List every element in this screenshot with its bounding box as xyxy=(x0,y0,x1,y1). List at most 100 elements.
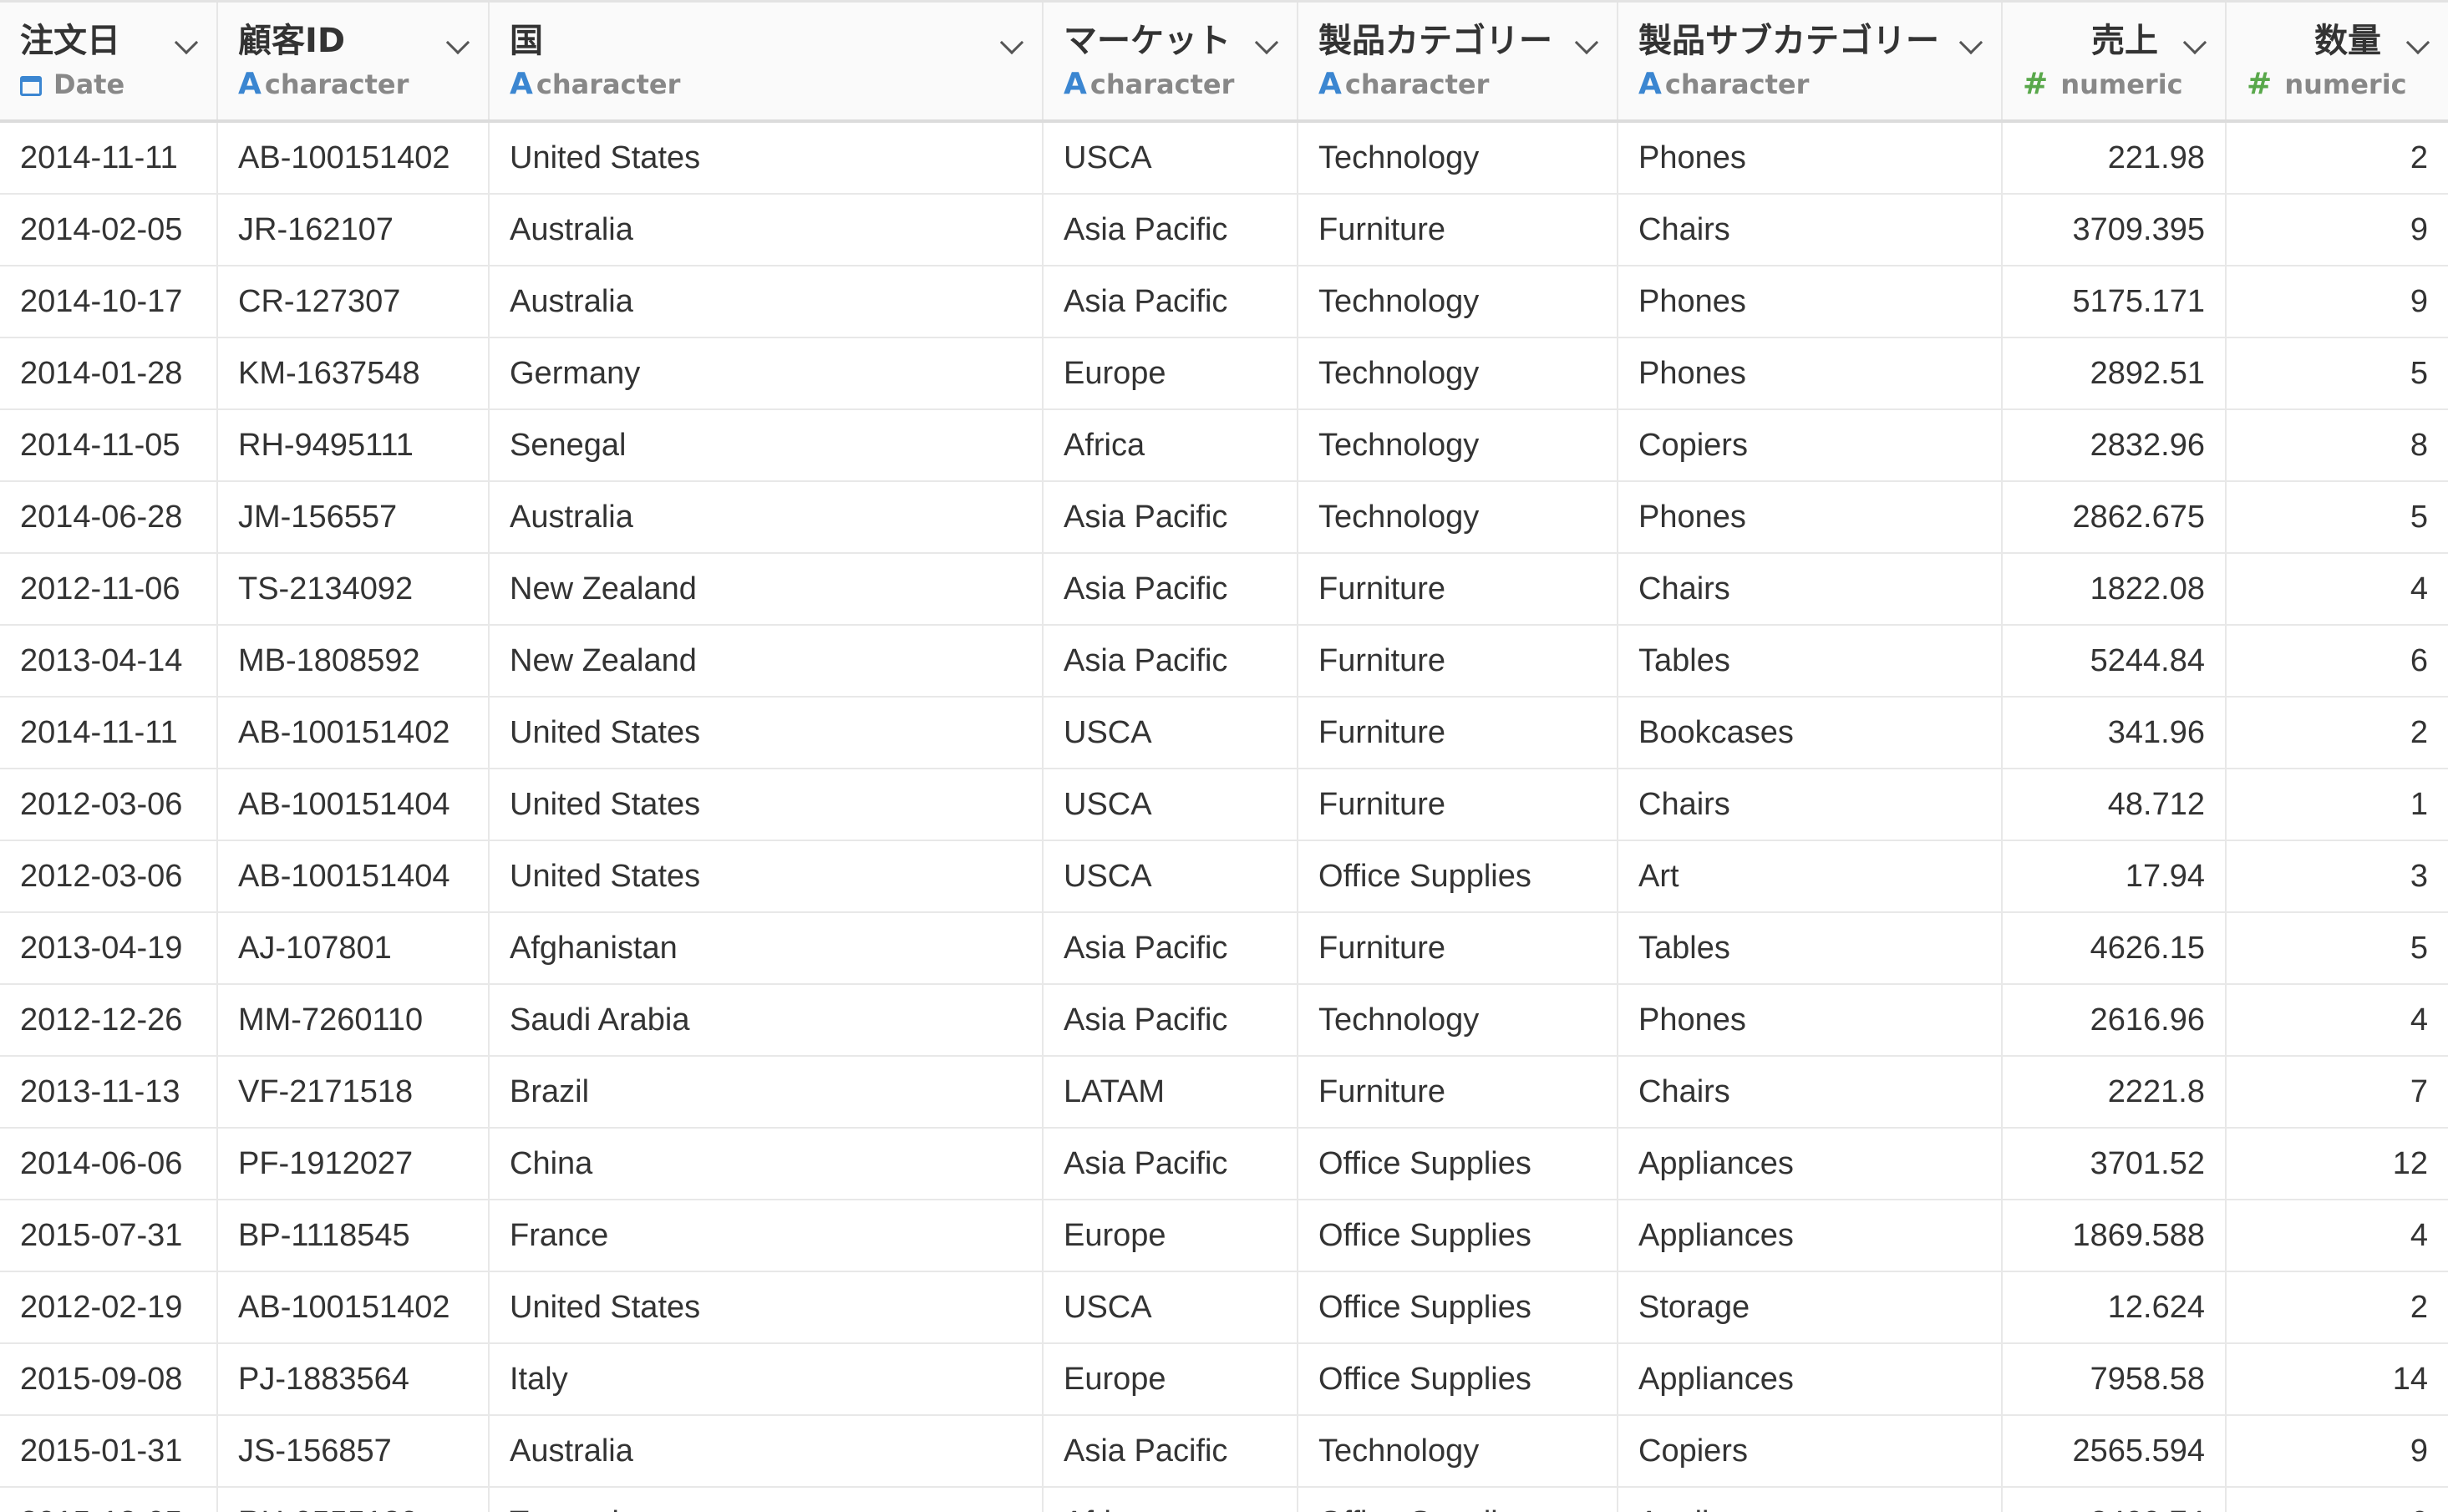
table-row[interactable]: 2012-03-06 AB-100151404 United States USCA F… xyxy=(0,769,2448,841)
column-header-quantity[interactable]: 数量 # numeric xyxy=(2226,0,2448,123)
market-cell[interactable]: USCA xyxy=(1043,1271,1298,1344)
table-row[interactable]: 2014-11-11 AB-100151402 United States USCA F… xyxy=(0,697,2448,769)
market-cell[interactable]: Asia Pacific xyxy=(1043,266,1298,338)
customer-id-cell[interactable]: KM-1637548 xyxy=(217,337,490,410)
quantity-cell[interactable]: 5 xyxy=(2226,337,2448,410)
subcategory-cell[interactable]: Chairs xyxy=(1618,194,2003,266)
quantity-cell[interactable]: 4 xyxy=(2226,1200,2448,1272)
sales-cell[interactable]: 1869.588 xyxy=(2002,1200,2227,1272)
subcategory-cell[interactable]: Phones xyxy=(1618,266,2003,338)
subcategory-cell[interactable]: Phones xyxy=(1618,481,2003,554)
order-date-cell[interactable]: 2012-03-06 xyxy=(0,840,218,913)
table-row[interactable]: 2014-11-11 AB-100151402 United States USCA T… xyxy=(0,121,2448,195)
table-row[interactable]: 2012-12-26 MM-7260110 Saudi Arabia Asia Pac… xyxy=(0,984,2448,1057)
order-date-cell[interactable]: 2013-04-19 xyxy=(0,912,218,985)
customer-id-cell[interactable]: RH-9495111 xyxy=(217,409,490,482)
market-cell[interactable]: USCA xyxy=(1043,121,1298,195)
subcategory-cell[interactable]: Copiers xyxy=(1618,409,2003,482)
subcategory-cell[interactable]: Bookcases xyxy=(1618,697,2003,769)
customer-id-cell[interactable]: AB-100151404 xyxy=(217,769,490,841)
quantity-cell[interactable]: 2 xyxy=(2226,121,2448,195)
order-date-cell[interactable]: 2015-09-08 xyxy=(0,1343,218,1416)
column-header-sales[interactable]: 売上 # numeric xyxy=(2002,0,2227,123)
country-cell[interactable]: Australia xyxy=(489,194,1044,266)
table-row[interactable]: 2014-06-28 JM-156557 Australia Asia Pacific… xyxy=(0,481,2448,554)
category-cell[interactable]: Technology xyxy=(1298,337,1618,410)
subcategory-cell[interactable]: Art xyxy=(1618,840,2003,913)
sales-cell[interactable]: 3701.52 xyxy=(2002,1128,2227,1200)
customer-id-cell[interactable]: AJ-107801 xyxy=(217,912,490,985)
order-date-cell[interactable]: 2012-11-06 xyxy=(0,553,218,626)
customer-id-cell[interactable]: RH-9555129 xyxy=(217,1487,490,1512)
country-cell[interactable]: United States xyxy=(489,697,1044,769)
table-row[interactable]: 2014-02-05 JR-162107 Australia Asia Pacific… xyxy=(0,194,2448,266)
order-date-cell[interactable]: 2014-06-06 xyxy=(0,1128,218,1200)
sales-cell[interactable]: 2221.8 xyxy=(2002,1056,2227,1129)
category-cell[interactable]: Technology xyxy=(1298,984,1618,1057)
category-cell[interactable]: Furniture xyxy=(1298,553,1618,626)
country-cell[interactable]: Afghanistan xyxy=(489,912,1044,985)
chevron-down-icon[interactable] xyxy=(2405,30,2430,55)
country-cell[interactable]: Australia xyxy=(489,1415,1044,1488)
category-cell[interactable]: Technology xyxy=(1298,409,1618,482)
country-cell[interactable]: New Zealand xyxy=(489,625,1044,698)
subcategory-cell[interactable]: Storage xyxy=(1618,1271,2003,1344)
country-cell[interactable]: United States xyxy=(489,840,1044,913)
sales-cell[interactable]: 2892.51 xyxy=(2002,337,2227,410)
order-date-cell[interactable]: 2013-04-14 xyxy=(0,625,218,698)
order-date-cell[interactable]: 2012-12-26 xyxy=(0,984,218,1057)
country-cell[interactable]: United States xyxy=(489,121,1044,195)
sales-cell[interactable]: 2832.96 xyxy=(2002,409,2227,482)
country-cell[interactable]: Tanzania xyxy=(489,1487,1044,1512)
market-cell[interactable]: Asia Pacific xyxy=(1043,481,1298,554)
market-cell[interactable]: Asia Pacific xyxy=(1043,912,1298,985)
quantity-cell[interactable]: 12 xyxy=(2226,1128,2448,1200)
sales-cell[interactable]: 221.98 xyxy=(2002,121,2227,195)
order-date-cell[interactable]: 2014-10-17 xyxy=(0,266,218,338)
category-cell[interactable]: Furniture xyxy=(1298,697,1618,769)
quantity-cell[interactable]: 3 xyxy=(2226,840,2448,913)
customer-id-cell[interactable]: CR-127307 xyxy=(217,266,490,338)
market-cell[interactable]: Europe xyxy=(1043,1343,1298,1416)
subcategory-cell[interactable]: Tables xyxy=(1618,912,2003,985)
sales-cell[interactable]: 5175.171 xyxy=(2002,266,2227,338)
chevron-down-icon[interactable] xyxy=(2182,30,2207,55)
category-cell[interactable]: Furniture xyxy=(1298,912,1618,985)
category-cell[interactable]: Furniture xyxy=(1298,625,1618,698)
order-date-cell[interactable]: 2014-11-11 xyxy=(0,121,218,195)
sales-cell[interactable]: 5244.84 xyxy=(2002,625,2227,698)
order-date-cell[interactable]: 2012-03-06 xyxy=(0,769,218,841)
order-date-cell[interactable]: 2014-11-11 xyxy=(0,697,218,769)
quantity-cell[interactable]: 4 xyxy=(2226,984,2448,1057)
quantity-cell[interactable]: 7 xyxy=(2226,1056,2448,1129)
customer-id-cell[interactable]: JS-156857 xyxy=(217,1415,490,1488)
table-row[interactable]: 2015-09-08 PJ-1883564 Italy Europe Office Su… xyxy=(0,1343,2448,1416)
table-row[interactable]: 2013-11-13 VF-2171518 Brazil LATAM Furniture… xyxy=(0,1056,2448,1129)
quantity-cell[interactable]: 9 xyxy=(2226,1415,2448,1488)
market-cell[interactable]: LATAM xyxy=(1043,1056,1298,1129)
sales-cell[interactable]: 2565.594 xyxy=(2002,1415,2227,1488)
column-header-customer-id[interactable]: 顧客ID Acharacter xyxy=(217,0,490,123)
category-cell[interactable]: Technology xyxy=(1298,121,1618,195)
subcategory-cell[interactable]: Appliances xyxy=(1618,1128,2003,1200)
market-cell[interactable]: USCA xyxy=(1043,697,1298,769)
quantity-cell[interactable]: 4 xyxy=(2226,553,2448,626)
table-row[interactable]: 2012-02-19 AB-100151402 United States USCA O… xyxy=(0,1271,2448,1344)
customer-id-cell[interactable]: JR-162107 xyxy=(217,194,490,266)
order-date-cell[interactable]: 2015-12-05 xyxy=(0,1487,218,1512)
country-cell[interactable]: France xyxy=(489,1200,1044,1272)
subcategory-cell[interactable]: Chairs xyxy=(1618,553,2003,626)
category-cell[interactable]: Office Supplies xyxy=(1298,840,1618,913)
quantity-cell[interactable]: 6 xyxy=(2226,625,2448,698)
sales-cell[interactable]: 17.94 xyxy=(2002,840,2227,913)
table-row[interactable]: 2015-01-31 JS-156857 Australia Asia Pacific… xyxy=(0,1415,2448,1488)
order-date-cell[interactable]: 2015-01-31 xyxy=(0,1415,218,1488)
table-row[interactable]: 2013-04-19 AJ-107801 Afghanistan Asia Pacif… xyxy=(0,912,2448,985)
table-row[interactable]: 2012-03-06 AB-100151404 United States USCA O… xyxy=(0,840,2448,913)
market-cell[interactable]: Asia Pacific xyxy=(1043,1415,1298,1488)
table-row[interactable]: 2014-11-05 RH-9495111 Senegal Africa Technol… xyxy=(0,409,2448,482)
customer-id-cell[interactable]: BP-1118545 xyxy=(217,1200,490,1272)
country-cell[interactable]: United States xyxy=(489,1271,1044,1344)
order-date-cell[interactable]: 2014-02-05 xyxy=(0,194,218,266)
table-row[interactable]: 2015-12-05RH-9555129TanzaniaAfricaOffice… xyxy=(0,1487,2448,1512)
